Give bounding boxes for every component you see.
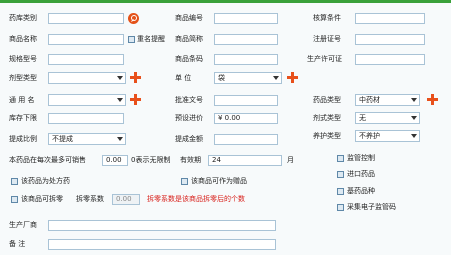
base-drug-checkbox[interactable] bbox=[337, 188, 344, 195]
label-maintenance-type: 养护类型 bbox=[313, 132, 341, 140]
manufacturer-input[interactable] bbox=[48, 220, 276, 231]
label-unit: 单 位 bbox=[175, 74, 192, 82]
import-drug-checkbox[interactable] bbox=[337, 171, 344, 178]
commission-ratio-select[interactable]: 不提成 bbox=[48, 133, 126, 145]
add-generic-name-icon[interactable] bbox=[130, 94, 141, 105]
chevron-down-icon bbox=[411, 116, 417, 120]
product-barcode-input[interactable] bbox=[214, 54, 278, 65]
commission-amount-input[interactable] bbox=[214, 134, 278, 145]
chevron-down-icon bbox=[117, 76, 123, 80]
label-supervise-code: 监管控制 bbox=[347, 154, 375, 162]
label-reg-number: 注册证号 bbox=[313, 35, 341, 43]
supervise-code-checkbox[interactable] bbox=[337, 155, 344, 162]
label-as-gift: 该商品可作为赠品 bbox=[191, 177, 247, 185]
label-production-license: 生产许可证 bbox=[307, 55, 342, 63]
split-factor-note: 拆零系数是该商品拆零后的个数 bbox=[147, 195, 245, 203]
approval-no-input[interactable] bbox=[214, 95, 278, 106]
product-name-input[interactable] bbox=[48, 34, 124, 45]
spec-model-input[interactable] bbox=[48, 54, 124, 65]
label-dosage-form: 剂型类型 bbox=[9, 74, 37, 82]
dosage-form-select[interactable] bbox=[48, 72, 126, 84]
prescription-type-select[interactable]: 无 bbox=[355, 112, 420, 124]
search-icon[interactable] bbox=[128, 13, 139, 24]
label-drug-type: 药品类型 bbox=[313, 96, 341, 104]
label-splittable: 该商品可拆零 bbox=[21, 195, 63, 203]
label-product-barcode: 商品条码 bbox=[175, 55, 203, 63]
label-remarks: 备 注 bbox=[9, 240, 26, 248]
as-gift-checkbox[interactable] bbox=[181, 178, 188, 185]
label-stock-lower: 库存下限 bbox=[9, 114, 37, 122]
label-validity: 有效期 bbox=[180, 156, 201, 164]
max-sale-input[interactable]: 0.00 bbox=[102, 155, 128, 166]
collect-ecode-checkbox[interactable] bbox=[337, 204, 344, 211]
label-product-name: 商品名称 bbox=[9, 35, 37, 43]
production-license-input[interactable] bbox=[355, 54, 425, 65]
label-approval-no: 批准文号 bbox=[175, 96, 203, 104]
label-ref-price: 预设进价 bbox=[175, 114, 203, 122]
add-dosage-form-icon[interactable] bbox=[130, 72, 141, 83]
label-otc-prescription: 该药品为处方药 bbox=[21, 177, 70, 185]
splittable-checkbox[interactable] bbox=[11, 196, 18, 203]
maintenance-type-select[interactable]: 不养护 bbox=[355, 130, 420, 142]
dup-prompt-checkbox[interactable] bbox=[128, 36, 135, 43]
chevron-down-icon bbox=[117, 137, 123, 141]
label-split-factor: 拆零系数 bbox=[76, 195, 104, 203]
chevron-down-icon bbox=[411, 134, 417, 138]
label-spec-model: 规格型号 bbox=[9, 55, 37, 63]
split-factor-input[interactable]: 0.00 bbox=[112, 194, 140, 205]
product-abbr-input[interactable] bbox=[214, 34, 278, 45]
validity-input[interactable]: 24 bbox=[208, 155, 282, 166]
label-prescription-type: 剂式类型 bbox=[313, 114, 341, 122]
generic-name-select[interactable] bbox=[48, 94, 126, 106]
label-commission-ratio: 提成比例 bbox=[9, 135, 37, 143]
barcode-input[interactable] bbox=[355, 13, 425, 24]
ref-price-input[interactable]: ¥ 0.00 bbox=[214, 113, 278, 124]
remarks-input[interactable] bbox=[48, 239, 276, 250]
label-base-drug: 基药品种 bbox=[347, 187, 375, 195]
chevron-down-icon bbox=[273, 76, 279, 80]
label-generic-name: 通 用 名 bbox=[9, 96, 35, 104]
chevron-down-icon bbox=[117, 98, 123, 102]
drug-type-select[interactable]: 中药材 bbox=[355, 94, 420, 106]
top-accent-bar bbox=[0, 0, 451, 3]
label-product-code: 商品编号 bbox=[175, 14, 203, 22]
label-max-sale: 本药品在每次最多可销售 bbox=[9, 156, 86, 164]
stock-lower-input[interactable] bbox=[48, 113, 124, 124]
label-commission-amount: 提成金额 bbox=[175, 135, 203, 143]
unit-select[interactable]: 袋 bbox=[214, 72, 282, 84]
label-barcode: 核算条件 bbox=[313, 14, 341, 22]
add-unit-icon[interactable] bbox=[287, 72, 298, 83]
otc-prescription-checkbox[interactable] bbox=[11, 178, 18, 185]
label-month: 月 bbox=[287, 156, 294, 164]
label-product-abbr: 商品简称 bbox=[175, 35, 203, 43]
label-manufacturer: 生产厂商 bbox=[9, 221, 37, 229]
reg-number-input[interactable] bbox=[355, 34, 425, 45]
add-drug-type-icon[interactable] bbox=[427, 94, 438, 105]
label-dup-prompt: 重名提醒 bbox=[137, 35, 165, 43]
product-code-input[interactable] bbox=[214, 13, 278, 24]
drug-category-input[interactable] bbox=[48, 13, 124, 24]
label-max-sale-note: 0表示无限制 bbox=[131, 156, 171, 164]
label-drug-category: 药库类别 bbox=[9, 14, 37, 22]
label-collect-ecode: 采集电子监管码 bbox=[347, 203, 396, 211]
label-import-drug: 进口药品 bbox=[347, 170, 375, 178]
chevron-down-icon bbox=[411, 98, 417, 102]
